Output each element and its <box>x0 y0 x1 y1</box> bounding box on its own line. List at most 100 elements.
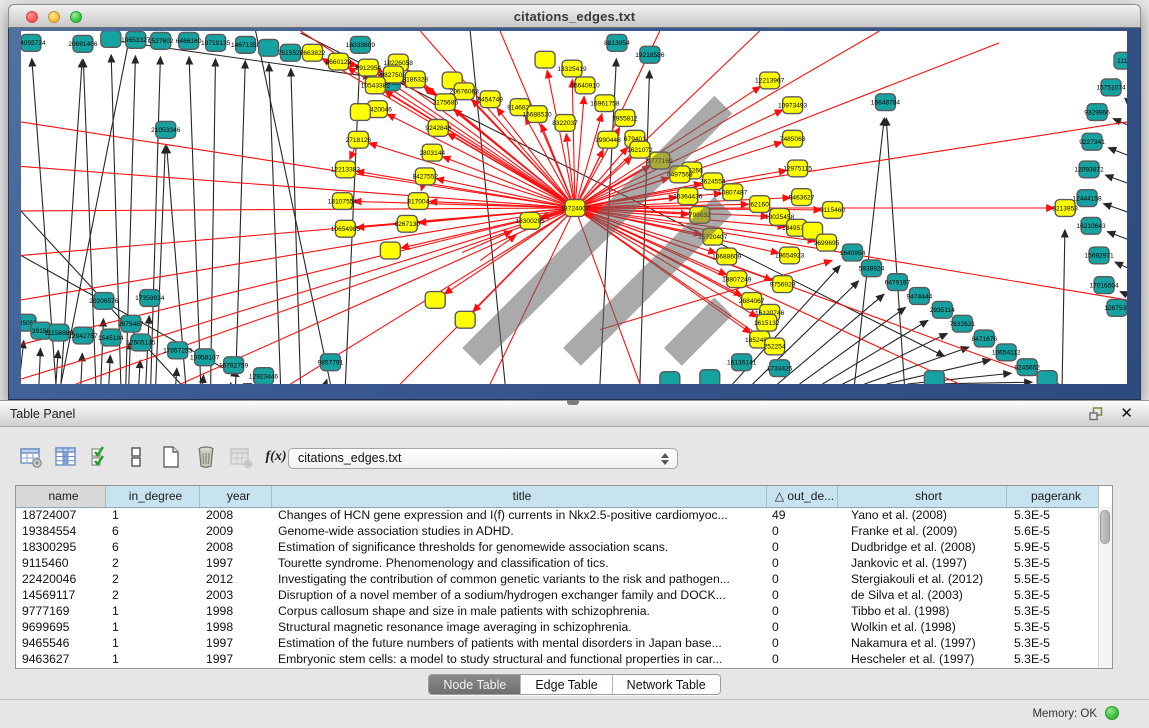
table-row[interactable]: 1456911722003Disruption of a novel membe… <box>16 587 1099 603</box>
table-cell: 5.3E-5 <box>1007 507 1099 523</box>
column-header-3[interactable]: title <box>272 486 767 507</box>
table-cell: 22420046 <box>16 571 106 587</box>
table-cell: Embryonic stem cells: a model to study s… <box>272 651 767 667</box>
row-height-icon[interactable] <box>123 444 149 470</box>
table-cell: 5.3E-5 <box>1007 619 1099 635</box>
table-cell: 2 <box>106 587 200 603</box>
show-columns-icon[interactable] <box>53 444 79 470</box>
table-cell: 9465546 <box>16 635 106 651</box>
table-row[interactable]: 969969511998Structural magnetic resonanc… <box>16 619 1099 635</box>
table-cell: Structural magnetic resonance image aver… <box>272 619 767 635</box>
select-attributes-icon[interactable] <box>88 444 114 470</box>
table-cell: 1998 <box>200 619 272 635</box>
table-row[interactable]: 1872400712008Changes of HCN gene express… <box>16 507 1099 523</box>
table-cell: 0 <box>767 523 838 539</box>
table-cell: 18300295 <box>16 539 106 555</box>
column-header-4[interactable]: △ out_de... <box>767 486 838 507</box>
new-table-icon[interactable] <box>158 444 184 470</box>
window-title: citations_edges.txt <box>9 9 1140 24</box>
table-cell: Nakamura et al. (1997) <box>838 635 1007 651</box>
close-panel-icon[interactable]: ✕ <box>1120 404 1133 422</box>
network-window: citations_edges.txt 18724007183002952405… <box>8 4 1141 400</box>
tab-network-table[interactable]: Network Table <box>612 675 720 694</box>
tab-node-table[interactable]: Node Table <box>429 675 520 694</box>
table-cell: 5.3E-5 <box>1007 651 1099 667</box>
table-cell: 2 <box>106 571 200 587</box>
table-toolbar: f(x) <box>18 442 289 472</box>
table-cell: 2 <box>106 555 200 571</box>
table-row[interactable]: 2242004622012Investigating the contribut… <box>16 571 1099 587</box>
table-cell: 2003 <box>200 587 272 603</box>
table-cell: 2008 <box>200 539 272 555</box>
table-cell: 5.3E-5 <box>1007 587 1099 603</box>
table-cell: 14569117 <box>16 587 106 603</box>
table-cell: 1997 <box>200 635 272 651</box>
table-cell: 0 <box>767 603 838 619</box>
table-cell: 1 <box>106 635 200 651</box>
table-cell: 1 <box>106 603 200 619</box>
table-cell: Tibbo et al. (1998) <box>838 603 1007 619</box>
window-titlebar[interactable]: citations_edges.txt <box>8 4 1141 28</box>
table-selector-dropdown[interactable]: citations_edges.txt <box>288 448 678 469</box>
table-cell: 18724007 <box>16 507 106 523</box>
table-row[interactable]: 911546021997Tourette syndrome. Phenomeno… <box>16 555 1099 571</box>
table-panel: Table Panel ✕ <box>0 400 1149 727</box>
table-panel-header: Table Panel ✕ <box>0 400 1149 427</box>
table-row[interactable]: 1830029562008Estimation of significance … <box>16 539 1099 555</box>
float-panel-icon[interactable] <box>1089 407 1105 421</box>
table-cell: 6 <box>106 523 200 539</box>
delete-column-icon-disabled <box>228 444 254 470</box>
table-scrollbar[interactable] <box>1098 507 1112 668</box>
table-row[interactable]: 946554611997Estimation of the future num… <box>16 635 1099 651</box>
table-cell: Jankovic et al. (1997) <box>838 555 1007 571</box>
resize-grip[interactable] <box>21 31 1125 382</box>
column-header-1[interactable]: in_degree <box>106 486 200 507</box>
table-cell: 49 <box>767 507 838 523</box>
table-cell: 2008 <box>200 507 272 523</box>
table-cell: Estimation of significance thresholds fo… <box>272 539 767 555</box>
table-body: 1872400712008Changes of HCN gene express… <box>16 507 1099 668</box>
table-header-row: namein_degreeyeartitle△ out_de...shortpa… <box>16 486 1112 508</box>
table-cell: 9463627 <box>16 651 106 667</box>
table-row[interactable]: 946362711997Embryonic stem cells: a mode… <box>16 651 1099 667</box>
table-cell: 6 <box>106 539 200 555</box>
network-canvas[interactable]: 1872400718300295240557242069140610653327… <box>21 31 1127 384</box>
table-cell: 0 <box>767 571 838 587</box>
table-cell: 9777169 <box>16 603 106 619</box>
memory-status-indicator[interactable] <box>1105 706 1119 720</box>
table-cell: 1998 <box>200 603 272 619</box>
column-header-5[interactable]: short <box>838 486 1007 507</box>
delete-table-icon[interactable] <box>193 444 219 470</box>
table-scrollbar-thumb[interactable] <box>1100 510 1110 544</box>
panel-drag-handle[interactable] <box>567 400 579 405</box>
table-cell: Corpus callosum shape and size in male p… <box>272 603 767 619</box>
table-settings-icon[interactable] <box>18 444 44 470</box>
table-cell: 1997 <box>200 555 272 571</box>
function-builder-icon[interactable]: f(x) <box>263 444 289 470</box>
table-cell: 1 <box>106 507 200 523</box>
table-row[interactable]: 1938455462009Genome-wide association stu… <box>16 523 1099 539</box>
table-cell: 19384554 <box>16 523 106 539</box>
table-cell: 5.3E-5 <box>1007 555 1099 571</box>
tab-edge-table[interactable]: Edge Table <box>520 675 611 694</box>
node-table: namein_degreeyeartitle△ out_de...shortpa… <box>15 485 1113 669</box>
status-bar: Memory: OK <box>0 699 1149 728</box>
table-cell: Stergiakouli et al. (2012) <box>838 571 1007 587</box>
table-cell: 5.3E-5 <box>1007 635 1099 651</box>
table-cell: Investigating the contribution of common… <box>272 571 767 587</box>
column-header-2[interactable]: year <box>200 486 272 507</box>
table-cell: Genome-wide association studies in ADHD. <box>272 523 767 539</box>
table-cell: 0 <box>767 619 838 635</box>
table-tab-bar: Node Table Edge Table Network Table <box>0 674 1149 695</box>
table-cell: 0 <box>767 539 838 555</box>
column-header-0[interactable]: name <box>16 486 106 507</box>
table-cell: 5.6E-5 <box>1007 523 1099 539</box>
column-header-6[interactable]: pagerank <box>1007 486 1099 507</box>
table-row[interactable]: 977716911998Corpus callosum shape and si… <box>16 603 1099 619</box>
table-cell: Changes of HCN gene expression and I(f) … <box>272 507 767 523</box>
table-cell: 0 <box>767 555 838 571</box>
table-cell: 0 <box>767 635 838 651</box>
table-cell: 5.3E-5 <box>1007 603 1099 619</box>
table-cell: Tourette syndrome. Phenomenology and cla… <box>272 555 767 571</box>
table-cell: Disruption of a novel member of a sodium… <box>272 587 767 603</box>
